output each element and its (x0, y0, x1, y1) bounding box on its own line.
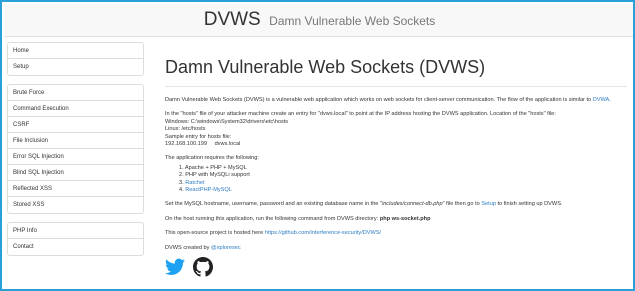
list-item: 1. Apache + PHP + MySQL (179, 164, 247, 171)
intro-end: . (609, 97, 611, 103)
github-icon[interactable] (193, 257, 213, 277)
brand[interactable]: DVWS Damn Vulnerable Web Sockets (4, 9, 633, 31)
sidebar-item-reflected-xss[interactable]: Reflected XSS (8, 181, 143, 197)
main-content: Damn Vulnerable Web Sockets (DVWS) Damn … (165, 42, 627, 280)
sample-entry-label: Sample entry for hosts file: (165, 133, 232, 140)
connect-db-file: includes/connect-db.php (381, 201, 443, 208)
author-link[interactable]: @xploresec (211, 245, 241, 251)
linux-hosts-path: Linux: /etc/hosts (165, 126, 206, 133)
run-command: php ws-socket.php (379, 215, 431, 222)
brand-subtitle: Damn Vulnerable Web Sockets (269, 14, 436, 28)
intro-text: Damn Vulnerable Web Sockets (DVWS) is a … (165, 97, 592, 103)
sidebar-item-stored-xss[interactable]: Stored XSS (8, 197, 143, 213)
sample-hosts-entry: 192.168.100.199 dvws.local (165, 141, 627, 148)
sidebar-item-home[interactable]: Home (8, 43, 143, 59)
reactphp-mysql-link[interactable]: ReactPHP-MySQL (185, 187, 232, 193)
intro-paragraph: Damn Vulnerable Web Sockets (DVWS) is a … (165, 97, 627, 104)
page-title: Damn Vulnerable Web Sockets (DVWS) (165, 57, 486, 77)
run-paragraph: On the host running this application, ru… (165, 215, 431, 222)
sample-host: dvws.local (214, 141, 241, 148)
list-item: 3. Ratchet (179, 179, 205, 186)
navbar: DVWS Damn Vulnerable Web Sockets (4, 4, 633, 37)
sample-ip: 192.168.100.199 (165, 141, 207, 148)
hosts-instructions: In the "hosts" file of your attacker mac… (165, 111, 556, 118)
social-icons (165, 257, 627, 280)
sidebar-item-csrf[interactable]: CSRF (8, 117, 143, 133)
title-divider (165, 86, 627, 87)
requirements-intro: The application requires the following: (165, 155, 259, 162)
sidebar-item-setup[interactable]: Setup (8, 59, 143, 75)
sidebar: Home Setup Brute Force Command Execution… (7, 42, 144, 264)
setup-link[interactable]: Setup (481, 201, 496, 207)
sidebar-item-file-inclusion[interactable]: File Inclusion (8, 133, 143, 149)
github-repo-link[interactable]: https://github.com/interference-security… (265, 230, 381, 236)
nav-group-info: PHP Info Contact (7, 222, 144, 256)
sidebar-item-php-info[interactable]: PHP Info (8, 223, 143, 239)
list-item: 2. PHP with MySQLi support (179, 172, 250, 179)
windows-hosts-path: Windows: C:\windows\System32\drivers\etc… (165, 118, 289, 125)
sidebar-item-contact[interactable]: Contact (8, 239, 143, 255)
nav-group-general: Home Setup (7, 42, 144, 76)
created-by-paragraph: DVWS created by @xploresec (165, 244, 241, 251)
sidebar-item-blind-sql-injection[interactable]: Blind SQL Injection (8, 165, 143, 181)
list-item: 4. ReactPHP-MySQL (179, 187, 232, 194)
requirements-list: 1. Apache + PHP + MySQL 2. PHP with MySQ… (179, 165, 627, 195)
brand-title: DVWS (203, 9, 261, 30)
dvwa-link[interactable]: DVWA (593, 97, 610, 103)
opensource-paragraph: This open-source project is hosted here … (165, 230, 382, 237)
setup-paragraph: Set the MySQL hostname, username, passwo… (165, 201, 563, 208)
ratchet-link[interactable]: Ratchet (185, 180, 204, 186)
sidebar-item-error-sql-injection[interactable]: Error SQL Injection (8, 149, 143, 165)
nav-group-vulnerabilities: Brute Force Command Execution CSRF File … (7, 84, 144, 214)
sidebar-item-brute-force[interactable]: Brute Force (8, 85, 143, 101)
twitter-icon[interactable] (165, 258, 185, 276)
sidebar-item-command-execution[interactable]: Command Execution (8, 101, 143, 117)
browser-frame: DVWS Damn Vulnerable Web Sockets Home Se… (0, 0, 635, 291)
